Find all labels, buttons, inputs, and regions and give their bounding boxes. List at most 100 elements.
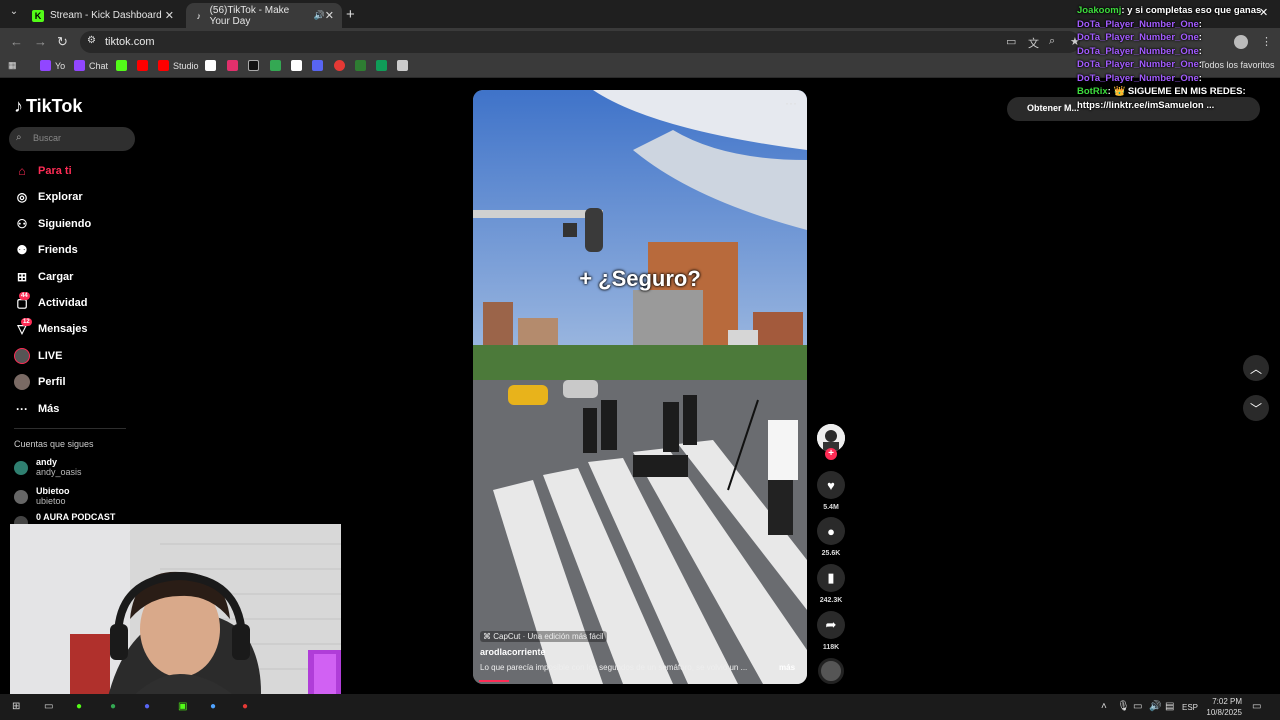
bookmark-discord[interactable]: [312, 60, 327, 71]
new-tab-button[interactable]: +: [346, 6, 355, 23]
bookmark-tiktok[interactable]: [248, 60, 263, 71]
save-button[interactable]: ▮ 242.3K: [817, 564, 845, 604]
speaker-icon[interactable]: 🔊: [314, 10, 325, 21]
comment-icon: ●: [817, 517, 845, 545]
youtube-icon: [137, 60, 148, 71]
taskbar-app-icon[interactable]: ●: [110, 701, 116, 712]
description-more-link[interactable]: más: [779, 663, 795, 672]
bookmark-x[interactable]: [205, 60, 220, 71]
chat-username[interactable]: Joakoomj: [1077, 5, 1121, 16]
taskbar-app-icon[interactable]: ●: [76, 701, 82, 712]
live-icon: [14, 348, 30, 364]
taskbar-app-icon[interactable]: ▭: [44, 701, 53, 712]
notifications-icon[interactable]: ▭: [1252, 701, 1261, 712]
tiktok-logo[interactable]: ♪ TikTok: [14, 96, 82, 117]
chat-username[interactable]: DoTa_Player_Number_One: [1077, 19, 1199, 30]
search-input[interactable]: ⌕ Buscar: [9, 127, 135, 151]
microphone-icon[interactable]: 🎙: [1117, 701, 1130, 712]
tab-title: Stream - Kick Dashboard: [50, 10, 162, 21]
kick-icon: K: [32, 9, 44, 22]
chat-username[interactable]: DoTa_Player_Number_One: [1077, 32, 1199, 43]
chat-username[interactable]: DoTa_Player_Number_One: [1077, 46, 1199, 57]
forward-icon[interactable]: →: [34, 34, 47, 49]
nav-para-ti[interactable]: ⌂ Para ti: [14, 163, 71, 179]
bookmark-chat[interactable]: Chat: [74, 60, 108, 71]
chevron-up-icon[interactable]: ˄: [1101, 701, 1107, 712]
language-indicator[interactable]: ESP: [1182, 703, 1198, 712]
nav-perfil[interactable]: Perfil: [14, 374, 66, 390]
zoom-icon[interactable]: ⌕: [1049, 35, 1055, 48]
bookmark-red[interactable]: [334, 60, 349, 71]
chat-separator: :: [1198, 72, 1202, 84]
following-account[interactable]: andy andy_oasis: [14, 457, 82, 477]
following-account[interactable]: Ubietoo ubietoo: [14, 486, 70, 506]
bookmark-icon: ▮: [817, 564, 845, 592]
chat-text: 👑 SIGUEME EN MIS REDES:: [1113, 86, 1246, 97]
close-icon[interactable]: ✕: [325, 9, 334, 22]
network-icon[interactable]: ▭: [1133, 701, 1142, 712]
bookmark-studio[interactable]: Studio: [158, 60, 199, 71]
install-icon[interactable]: ▭: [1006, 35, 1016, 48]
taskbar-app-icon[interactable]: ●: [210, 701, 216, 712]
video-overlay-text: + ¿Seguro?: [579, 266, 701, 291]
chat-username[interactable]: DoTa_Player_Number_One: [1077, 59, 1199, 70]
discord-icon: [312, 60, 323, 71]
music-disc[interactable]: [818, 658, 844, 684]
taskbar-app-icon[interactable]: ●: [242, 701, 248, 712]
windows-start-icon[interactable]: ⊞: [12, 701, 20, 712]
previous-video-button[interactable]: ︿: [1243, 355, 1269, 381]
taskbar-app-icon[interactable]: ▣: [178, 701, 187, 712]
nav-siguiendo[interactable]: ⚇ Siguiendo: [14, 216, 92, 232]
nav-live[interactable]: LIVE: [14, 348, 62, 364]
share-button[interactable]: ➦ 118K: [817, 611, 845, 651]
tab-search-icon[interactable]: ⌄: [6, 6, 22, 22]
bookmark-link[interactable]: [291, 60, 306, 71]
bookmark-instagram[interactable]: [227, 60, 242, 71]
follow-button[interactable]: +: [825, 448, 837, 460]
nav-mas[interactable]: ··· Más: [14, 401, 59, 417]
site-info-icon[interactable]: ⚙: [87, 35, 96, 46]
bookmark-kick[interactable]: [116, 60, 131, 71]
bookmark-yo[interactable]: Yo: [40, 60, 65, 71]
video-author[interactable]: arodlacorriente: [480, 647, 546, 657]
app-icon: [355, 60, 366, 71]
tab-kick-dashboard[interactable]: K Stream - Kick Dashboard ✕: [24, 3, 182, 28]
chat-message: BotRix: 👑 SIGUEME EN MIS REDES:: [1077, 85, 1277, 99]
bookmark-green[interactable]: [355, 60, 370, 71]
video-progress[interactable]: [479, 680, 510, 682]
reload-icon[interactable]: ↻: [57, 34, 68, 50]
capcut-tag[interactable]: ⌘ CapCut · Una edición más fácil: [480, 631, 607, 642]
video-player[interactable]: ··· + ¿Seguro? ⌘ CapCut · Una edición má…: [473, 90, 807, 684]
volume-icon[interactable]: 🔊: [1149, 701, 1161, 712]
bookmark-drive[interactable]: [270, 60, 285, 71]
apps-icon[interactable]: ▦: [8, 60, 17, 71]
nav-explorar[interactable]: ◎ Explorar: [14, 189, 83, 205]
taskbar-app-icon[interactable]: ●: [144, 701, 150, 712]
tab-tiktok[interactable]: ♪ (56)TikTok - Make Your Day 🔊 ✕: [186, 3, 342, 28]
nav-friends[interactable]: ⚉ Friends: [14, 242, 78, 258]
bookmark-youtube[interactable]: [137, 60, 152, 71]
bookmark-sheets[interactable]: [376, 60, 391, 71]
back-icon[interactable]: ←: [10, 34, 23, 49]
close-icon[interactable]: ✕: [1259, 6, 1268, 19]
close-icon[interactable]: ✕: [165, 9, 174, 22]
like-button[interactable]: ♥ 5.4M: [817, 471, 845, 511]
chat-separator: :: [1198, 18, 1202, 30]
clock[interactable]: 7:02 PM 10/8/2025: [1198, 696, 1242, 718]
battery-icon[interactable]: ▤: [1165, 701, 1174, 712]
chat-username[interactable]: DoTa_Player_Number_One: [1077, 73, 1199, 84]
next-video-button[interactable]: ﹀: [1243, 395, 1269, 421]
box-icon: [397, 60, 408, 71]
chat-username[interactable]: BotRix: [1077, 86, 1108, 97]
following-title: Cuentas que sigues: [14, 439, 94, 449]
chat-separator: :: [1198, 59, 1202, 70]
search-icon: ⌕: [16, 132, 22, 143]
bookmark-extra[interactable]: [397, 60, 412, 71]
video-more-icon[interactable]: ···: [785, 96, 797, 110]
tiktok-icon: ♪: [196, 10, 202, 21]
nav-cargar[interactable]: ⊞ Cargar: [14, 269, 74, 285]
comment-button[interactable]: ● 25.6K: [817, 517, 845, 557]
url-text: tiktok.com: [105, 36, 155, 48]
translate-icon[interactable]: 文: [1028, 35, 1039, 51]
address-bar[interactable]: ⚙ tiktok.com: [80, 31, 1080, 53]
